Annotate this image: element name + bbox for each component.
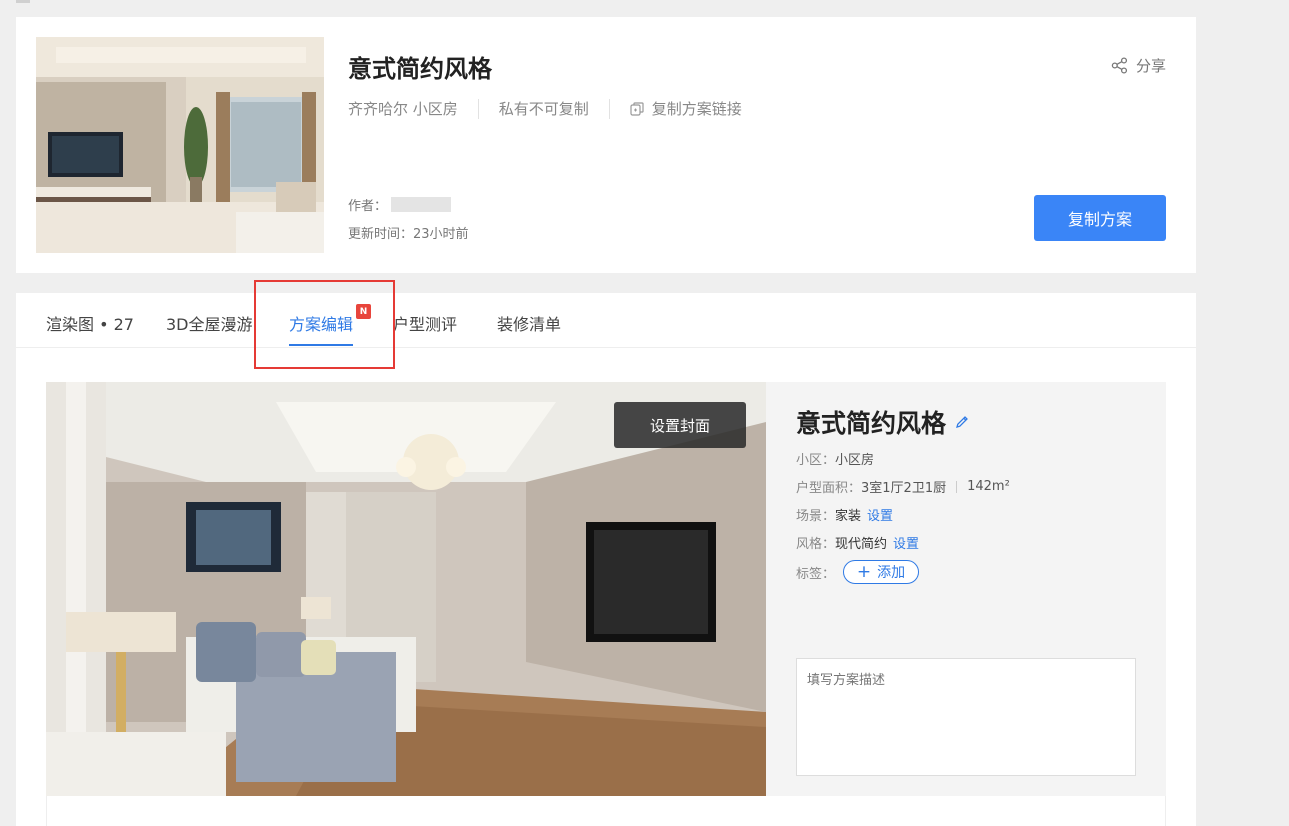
- description-input[interactable]: [796, 658, 1136, 776]
- add-tag-label: 添加: [877, 565, 906, 581]
- tab-3d-tour[interactable]: 3D全屋漫游: [166, 311, 253, 335]
- info-title: 意式简约风格: [796, 404, 970, 440]
- style-value: 现代简约: [835, 537, 888, 552]
- tab-bar: 渲染图 • 27 3D全屋漫游 方案编辑 N 户型测评 装修清单: [16, 293, 1196, 348]
- info-title-text: 意式简约风格: [796, 409, 947, 438]
- plan-title: 意式简约风格: [348, 55, 492, 83]
- tab-renders[interactable]: 渲染图 • 27: [46, 311, 134, 335]
- plan-privacy: 私有不可复制: [498, 100, 589, 118]
- plan-cover-thumbnail[interactable]: [36, 37, 324, 253]
- community-row: 小区： 小区房: [796, 449, 874, 468]
- share-label: 分享: [1135, 57, 1166, 75]
- tab-plan-edit[interactable]: 方案编辑: [289, 311, 353, 335]
- area-value: 142m²: [967, 479, 1010, 494]
- plan-update-time: 更新时间：23小时前: [348, 227, 469, 242]
- style-label: 风格：: [796, 537, 836, 552]
- meta-divider: [608, 98, 610, 119]
- scene-value: 家装: [835, 509, 862, 524]
- copy-link-button[interactable]: 复制方案链接: [630, 98, 742, 119]
- plus-icon: +: [856, 561, 872, 582]
- add-tag-button[interactable]: + 添加: [843, 560, 920, 584]
- community-label: 小区：: [796, 453, 836, 468]
- plan-header-card: 意式简约风格 齐齐哈尔 小区房 私有不可复制 复制方案链接 分享 作者： 更新时…: [16, 17, 1196, 273]
- author-label: 作者：: [348, 199, 388, 214]
- tab-decoration-list[interactable]: 装修清单: [497, 311, 561, 335]
- tag-label: 标签：: [796, 566, 836, 582]
- layout-row: 户型面积： 3室1厅2卫1厨 142m²: [796, 477, 1010, 496]
- corner-mark: [16, 0, 30, 3]
- copy-link-label: 复制方案链接: [651, 100, 742, 118]
- plan-author: 作者：: [348, 195, 452, 214]
- community-value: 小区房: [835, 453, 875, 468]
- layout-value: 3室1厅2卫1厨: [861, 481, 947, 496]
- scene-row: 场景： 家装 设置: [796, 505, 893, 524]
- new-badge: N: [356, 304, 371, 319]
- share-icon: [1111, 57, 1128, 74]
- author-name-redacted: [391, 197, 452, 212]
- content-bottom-area: [46, 796, 1166, 826]
- plan-info-panel: 意式简约风格 小区： 小区房 户型面积： 3室1厅2卫1厨 142m² 场景： …: [766, 382, 1166, 796]
- layout-divider: [956, 480, 958, 493]
- style-row: 风格： 现代简约 设置: [796, 533, 919, 552]
- plan-meta-row: 齐齐哈尔 小区房 私有不可复制 复制方案链接: [348, 98, 742, 119]
- tag-row: 标签： + 添加: [796, 560, 920, 584]
- copy-link-icon: [630, 101, 644, 116]
- plan-detail-card: 渲染图 • 27 3D全屋漫游 方案编辑 N 户型测评 装修清单 设置封面 意式…: [16, 293, 1196, 826]
- plan-location: 齐齐哈尔 小区房: [348, 100, 458, 118]
- render-image[interactable]: 设置封面: [46, 382, 766, 796]
- scene-set-link[interactable]: 设置: [867, 505, 893, 524]
- scene-label: 场景：: [796, 509, 836, 524]
- share-button[interactable]: 分享: [1111, 55, 1166, 76]
- copy-plan-button[interactable]: 复制方案: [1034, 195, 1166, 241]
- edit-pencil-icon[interactable]: [954, 414, 970, 430]
- meta-divider: [477, 98, 479, 119]
- active-tab-indicator: [289, 344, 353, 346]
- tab-floorplan-review[interactable]: 户型测评: [393, 311, 457, 335]
- style-set-link[interactable]: 设置: [893, 533, 919, 552]
- set-cover-button[interactable]: 设置封面: [614, 402, 746, 448]
- layout-label: 户型面积：: [796, 481, 862, 496]
